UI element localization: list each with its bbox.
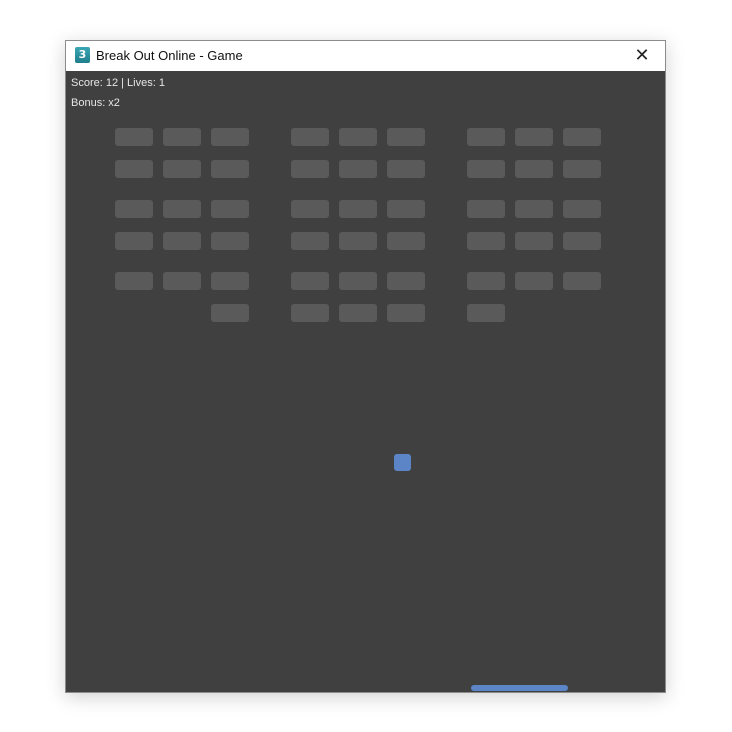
- ball: [394, 454, 411, 471]
- brick: [291, 160, 329, 178]
- brick: [163, 232, 201, 250]
- brick: [387, 272, 425, 290]
- brick: [563, 160, 601, 178]
- brick: [115, 128, 153, 146]
- game-window: 3 Break Out Online - Game ✕ Score: 12 | …: [65, 40, 666, 693]
- brick: [515, 200, 553, 218]
- game-canvas[interactable]: Score: 12 | Lives: 1 Bonus: x2: [66, 71, 665, 692]
- brick: [291, 128, 329, 146]
- brick: [211, 160, 249, 178]
- brick: [387, 232, 425, 250]
- brick: [467, 128, 505, 146]
- window-title: Break Out Online - Game: [96, 48, 243, 63]
- brick: [563, 200, 601, 218]
- brick: [515, 232, 553, 250]
- brick: [339, 128, 377, 146]
- brick: [115, 272, 153, 290]
- brick: [467, 272, 505, 290]
- brick: [163, 160, 201, 178]
- brick: [163, 272, 201, 290]
- brick: [291, 200, 329, 218]
- app-logo-icon: 3: [75, 47, 90, 63]
- brick: [211, 232, 249, 250]
- brick: [467, 304, 505, 322]
- title-bar[interactable]: 3 Break Out Online - Game ✕: [66, 41, 665, 71]
- brick: [515, 160, 553, 178]
- brick: [291, 304, 329, 322]
- brick: [387, 128, 425, 146]
- bonus-label: Bonus: x2: [71, 97, 120, 109]
- brick: [339, 232, 377, 250]
- brick: [163, 128, 201, 146]
- brick: [211, 128, 249, 146]
- brick: [291, 232, 329, 250]
- brick: [515, 272, 553, 290]
- brick: [339, 272, 377, 290]
- brick: [467, 200, 505, 218]
- brick: [339, 304, 377, 322]
- brick: [115, 160, 153, 178]
- brick: [211, 304, 249, 322]
- brick: [387, 200, 425, 218]
- brick: [467, 160, 505, 178]
- brick: [115, 200, 153, 218]
- paddle[interactable]: [471, 685, 568, 691]
- brick: [339, 160, 377, 178]
- brick: [339, 200, 377, 218]
- brick: [563, 272, 601, 290]
- brick: [211, 272, 249, 290]
- brick: [291, 272, 329, 290]
- brick: [387, 160, 425, 178]
- brick: [163, 200, 201, 218]
- score-lives-label: Score: 12 | Lives: 1: [71, 77, 165, 89]
- close-button[interactable]: ✕: [619, 41, 665, 71]
- brick: [115, 232, 153, 250]
- brick: [515, 128, 553, 146]
- brick: [563, 128, 601, 146]
- brick: [387, 304, 425, 322]
- brick: [211, 200, 249, 218]
- brick: [563, 232, 601, 250]
- brick: [467, 232, 505, 250]
